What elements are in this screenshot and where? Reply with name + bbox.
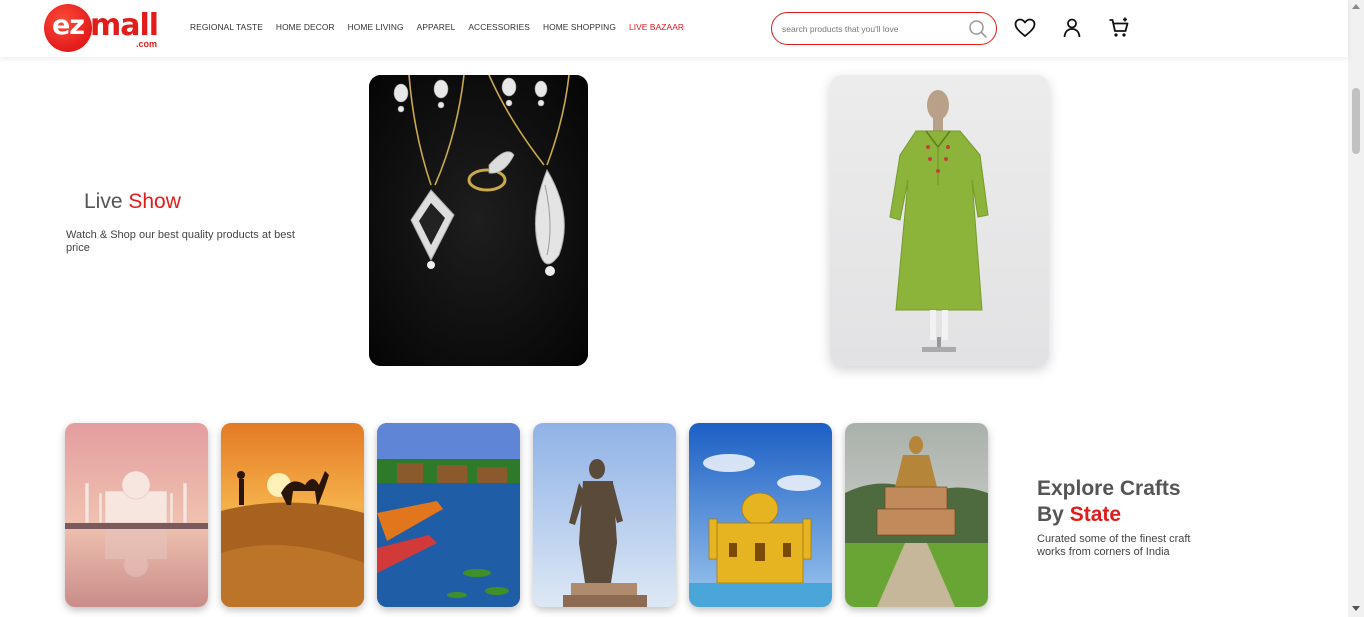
state-card-sikkim[interactable] <box>845 423 988 607</box>
logo-ez-badge: ez <box>44 4 92 52</box>
live-show-subtitle: Watch & Shop our best quality products a… <box>66 229 295 254</box>
search-input[interactable] <box>782 20 962 37</box>
scroll-thumb[interactable] <box>1352 88 1360 154</box>
state-card-gujarat[interactable] <box>533 423 676 607</box>
ezmall-logo[interactable]: ez mall .com <box>44 4 164 52</box>
user-icon[interactable] <box>1060 16 1084 40</box>
explore-heading-accent: State <box>1069 503 1122 526</box>
state-card-agra[interactable] <box>65 423 208 607</box>
explore-crafts-heading: Explore Crafts By State <box>1037 476 1181 528</box>
nav-apparel[interactable]: APPAREL <box>417 22 456 32</box>
explore-crafts-subtitle: Curated some of the finest craft works f… <box>1037 533 1191 558</box>
live-show-card-kurta[interactable] <box>830 75 1049 366</box>
state-card-rajasthan[interactable] <box>221 423 364 607</box>
live-show-card-jewellery[interactable] <box>369 75 588 366</box>
state-card-punjab[interactable] <box>689 423 832 607</box>
live-show-heading: Live Show <box>84 190 181 214</box>
nav-regional-taste[interactable]: REGIONAL TASTE <box>190 22 263 32</box>
explore-heading-plain: By <box>1037 503 1070 526</box>
live-show-heading-accent: Show <box>128 190 181 213</box>
logo-mall-text: mall <box>90 8 159 43</box>
logo-com-text: .com <box>136 39 158 49</box>
statue-of-unity-image <box>533 423 676 607</box>
nav-accessories[interactable]: ACCESSORIES <box>468 22 530 32</box>
jewellery-image <box>369 75 588 366</box>
nav-home-living[interactable]: HOME LIVING <box>348 22 404 32</box>
kurta-image <box>889 90 989 352</box>
nav-home-shopping[interactable]: HOME SHOPPING <box>543 22 616 32</box>
scroll-up-arrow-icon[interactable] <box>1352 4 1360 9</box>
desert-camel-image <box>221 423 364 607</box>
scroll-down-arrow-icon[interactable] <box>1352 606 1360 611</box>
site-header: ez mall .com REGIONAL TASTE HOME DECOR H… <box>0 0 1348 57</box>
explore-heading-line1: Explore Crafts <box>1037 477 1181 500</box>
search-icon[interactable] <box>968 19 988 39</box>
golden-temple-image <box>689 423 832 607</box>
buddha-statue-image <box>845 423 988 607</box>
shikara-lake-image <box>377 423 520 607</box>
taj-mahal-image <box>65 423 208 607</box>
nav-live-bazaar[interactable]: LIVE BAZAAR <box>629 22 684 32</box>
main-nav: REGIONAL TASTE HOME DECOR HOME LIVING AP… <box>190 22 684 32</box>
search-box <box>771 12 997 45</box>
heart-icon[interactable] <box>1013 16 1037 40</box>
state-card-kashmir[interactable] <box>377 423 520 607</box>
nav-home-decor[interactable]: HOME DECOR <box>276 22 335 32</box>
live-show-heading-plain: Live <box>84 190 129 213</box>
cart-icon[interactable] <box>1107 16 1131 40</box>
page-scrollbar[interactable] <box>1348 0 1364 617</box>
